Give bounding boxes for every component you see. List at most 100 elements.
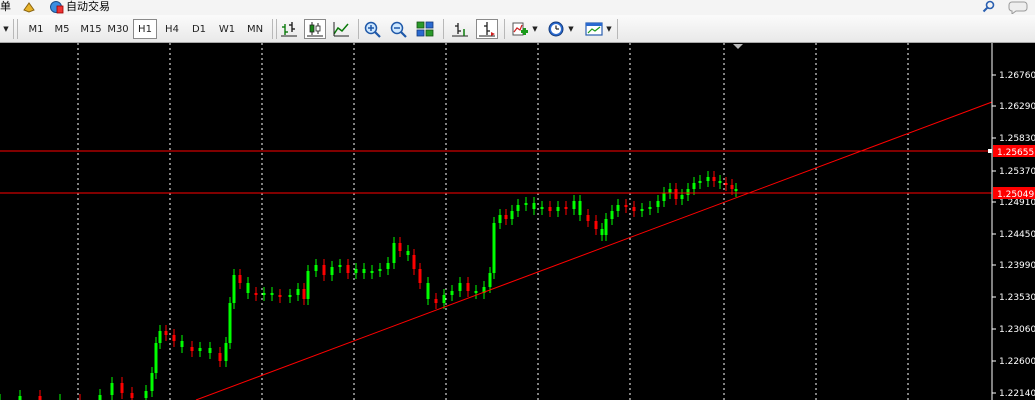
gold-bars-icon[interactable] — [22, 0, 36, 13]
price-tick-label: 1.22600 — [999, 357, 1035, 367]
price-tick-label: 1.23060 — [999, 325, 1035, 335]
tile-windows-icon — [416, 21, 434, 37]
candle-body — [278, 295, 282, 297]
candle-body — [224, 343, 228, 361]
candle-body — [474, 291, 478, 293]
candle-body — [406, 251, 410, 255]
periodicity-button[interactable] — [545, 19, 567, 39]
candle-body — [426, 283, 430, 299]
timeframe-h1-button[interactable]: H1 — [133, 19, 157, 39]
candle-body — [556, 207, 560, 211]
auto-trading-button[interactable]: 自动交易 — [66, 0, 110, 15]
price-chart[interactable]: 1.267601.262901.258301.253701.249101.244… — [0, 43, 1035, 400]
candle-body — [262, 293, 266, 295]
bar-chart-button[interactable] — [278, 19, 300, 39]
candle-body — [572, 201, 576, 209]
candle-body — [378, 269, 382, 271]
candle-body — [18, 396, 22, 400]
search-icon[interactable] — [982, 0, 996, 13]
candle-body — [346, 265, 350, 273]
candle-body — [600, 229, 604, 235]
zoom-out-button[interactable] — [388, 19, 410, 39]
line-chart-button[interactable] — [330, 19, 352, 39]
timeframe-d1-button[interactable]: D1 — [187, 19, 211, 39]
candle-body — [718, 181, 722, 183]
candle-body — [254, 293, 258, 295]
candle-body — [640, 209, 644, 211]
templates-dropdown-arrow[interactable]: ▼ — [605, 19, 613, 39]
candle-body — [706, 177, 710, 181]
candle-body — [330, 267, 334, 275]
candle-body — [498, 215, 502, 223]
zoom-out-icon — [390, 21, 407, 38]
template-icon — [585, 22, 603, 36]
candle-body — [218, 353, 222, 361]
timeframe-m5-button[interactable]: M5 — [50, 19, 74, 39]
candle-body — [632, 207, 636, 211]
timeframe-mn-button[interactable]: MN — [242, 19, 268, 39]
timeframe-m1-button[interactable]: M1 — [24, 19, 48, 39]
toolbar-separator — [272, 19, 273, 39]
periodicity-dropdown-arrow[interactable]: ▼ — [567, 19, 575, 39]
candle-body — [110, 383, 114, 395]
timeframe-m15-button[interactable]: M15 — [78, 19, 104, 39]
templates-button[interactable] — [583, 19, 605, 39]
indicators-dropdown-arrow[interactable]: ▼ — [531, 19, 539, 39]
candle-body — [516, 205, 520, 211]
timeframe-m30-button[interactable]: M30 — [105, 19, 131, 39]
candlestick-icon — [307, 22, 323, 37]
candle-body — [354, 269, 358, 273]
candle-body — [362, 269, 366, 273]
zoom-in-button[interactable] — [362, 19, 384, 39]
candle-body — [144, 391, 148, 398]
auto-scroll-button[interactable] — [476, 19, 498, 39]
candle-body — [158, 331, 162, 343]
candle-body — [98, 395, 102, 400]
candle-body — [208, 348, 212, 353]
candle-body — [392, 243, 396, 263]
menu-bar: 单 自动交易 — [0, 0, 1035, 16]
candle-body — [180, 341, 184, 347]
candle-body — [302, 289, 306, 299]
candle-body — [524, 203, 528, 205]
indicators-button[interactable] — [509, 19, 531, 39]
timeframe-w1-button[interactable]: W1 — [215, 19, 239, 39]
price-tick-label: 1.22140 — [999, 389, 1035, 399]
candle-body — [288, 295, 292, 297]
candlestick-chart-button[interactable] — [304, 19, 326, 39]
candle-body — [172, 335, 176, 341]
dropdown-arrow-icon[interactable]: ▼ — [2, 19, 10, 39]
toolbar-separator — [617, 19, 618, 39]
candle-body — [314, 265, 318, 271]
candle-body — [458, 283, 462, 291]
price-tick-label: 1.26760 — [999, 71, 1035, 81]
price-label-upper: 1.25655 — [997, 148, 1034, 158]
toolbar-separator — [17, 19, 18, 39]
menu-item-left[interactable]: 单 — [0, 0, 11, 15]
chat-icon[interactable] — [1006, 0, 1032, 14]
line-handle[interactable] — [988, 149, 992, 153]
tile-windows-button[interactable] — [414, 19, 436, 39]
candle-body — [450, 291, 454, 295]
candle-body — [680, 195, 684, 199]
auto-trading-icon[interactable] — [48, 0, 64, 14]
candle-body — [238, 275, 242, 283]
auto-scroll-icon — [479, 22, 495, 37]
candle-body — [386, 263, 390, 269]
candle-body — [412, 255, 416, 269]
chart-toolbar: ▼ M1 M5 M15 M30 H1 H4 D1 W1 MN ▼ ▼ ▼ — [0, 15, 1035, 43]
candle-body — [510, 211, 514, 219]
candle-body — [610, 211, 614, 219]
candle-body — [246, 283, 250, 293]
candle-body — [586, 215, 590, 221]
chart-shift-button[interactable] — [449, 19, 471, 39]
candle-body — [120, 383, 124, 393]
candle-body — [648, 207, 652, 209]
line-chart-icon — [333, 22, 349, 37]
candle-body — [466, 283, 470, 291]
candle-body — [730, 185, 734, 189]
candle-body — [150, 373, 154, 391]
toolbar-separator — [13, 19, 14, 39]
candle-body — [540, 207, 544, 209]
timeframe-h4-button[interactable]: H4 — [160, 19, 184, 39]
